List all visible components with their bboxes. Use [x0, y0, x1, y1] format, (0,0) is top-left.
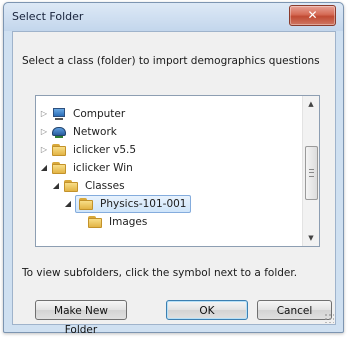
folder-tree[interactable]: ▷ Computer ▷ Network ▷ iclicker v5.5 ◢ i… — [35, 95, 320, 247]
collapse-arrow-icon[interactable]: ◢ — [51, 177, 61, 195]
close-icon: ✕ — [307, 8, 318, 22]
tree-item-label: iclicker Win — [73, 162, 133, 174]
grip-icon — [309, 169, 314, 177]
ok-button[interactable]: OK — [166, 300, 248, 320]
hint-text: To view subfolders, click the symbol nex… — [22, 267, 298, 279]
network-icon — [51, 125, 67, 139]
folder-icon — [51, 143, 67, 157]
collapse-arrow-icon[interactable]: ◢ — [63, 195, 73, 213]
instruction-text: Select a class (folder) to import demogr… — [22, 55, 320, 67]
expand-arrow-icon[interactable]: ▷ — [39, 141, 49, 159]
computer-icon — [51, 107, 67, 121]
close-button[interactable]: ✕ — [289, 5, 336, 26]
make-new-folder-button[interactable]: Make New Folder — [35, 300, 127, 336]
window-title: Select Folder — [12, 10, 84, 23]
selected-highlight: Physics-101-001 — [75, 195, 191, 213]
tree-item-label: Physics-101-001 — [100, 198, 187, 210]
tree-item-images[interactable]: Images — [87, 213, 147, 231]
tree-item-network[interactable]: ▷ Network — [39, 123, 117, 141]
tree-item-label: Computer — [73, 108, 126, 120]
folder-icon — [63, 179, 79, 193]
tree-item-computer[interactable]: ▷ Computer — [39, 105, 125, 123]
select-folder-dialog: Select Folder ✕ Select a class (folder) … — [3, 2, 344, 336]
resize-grip-icon[interactable] — [324, 313, 334, 323]
tree-item-label: iclicker v5.5 — [73, 144, 137, 156]
folder-icon — [78, 197, 94, 211]
tree-item-physics-101-001[interactable]: ◢ Physics-101-001 — [63, 195, 191, 213]
dialog-body: Select a class (folder) to import demogr… — [12, 31, 336, 336]
tree-item-label: Classes — [85, 180, 125, 192]
tree-item-iclicker-v5-5[interactable]: ▷ iclicker v5.5 — [39, 141, 136, 159]
title-bar[interactable]: Select Folder ✕ — [4, 3, 343, 31]
collapse-arrow-icon[interactable]: ◢ — [39, 159, 49, 177]
tree-item-classes[interactable]: ◢ Classes — [51, 177, 125, 195]
scroll-up-arrow-icon[interactable]: ▲ — [303, 96, 319, 112]
folder-icon — [51, 161, 67, 175]
cancel-button[interactable]: Cancel — [257, 300, 332, 320]
scrollbar-thumb[interactable] — [305, 146, 318, 200]
expand-arrow-icon[interactable]: ▷ — [39, 105, 49, 123]
tree-item-label: Images — [109, 216, 148, 228]
expand-arrow-icon[interactable]: ▷ — [39, 123, 49, 141]
folder-icon — [87, 215, 103, 229]
tree-item-label: Network — [73, 126, 117, 138]
scroll-down-arrow-icon[interactable]: ▼ — [303, 230, 319, 246]
tree-item-iclicker-win[interactable]: ◢ iclicker Win — [39, 159, 133, 177]
vertical-scrollbar[interactable]: ▲ ▼ — [302, 96, 319, 246]
